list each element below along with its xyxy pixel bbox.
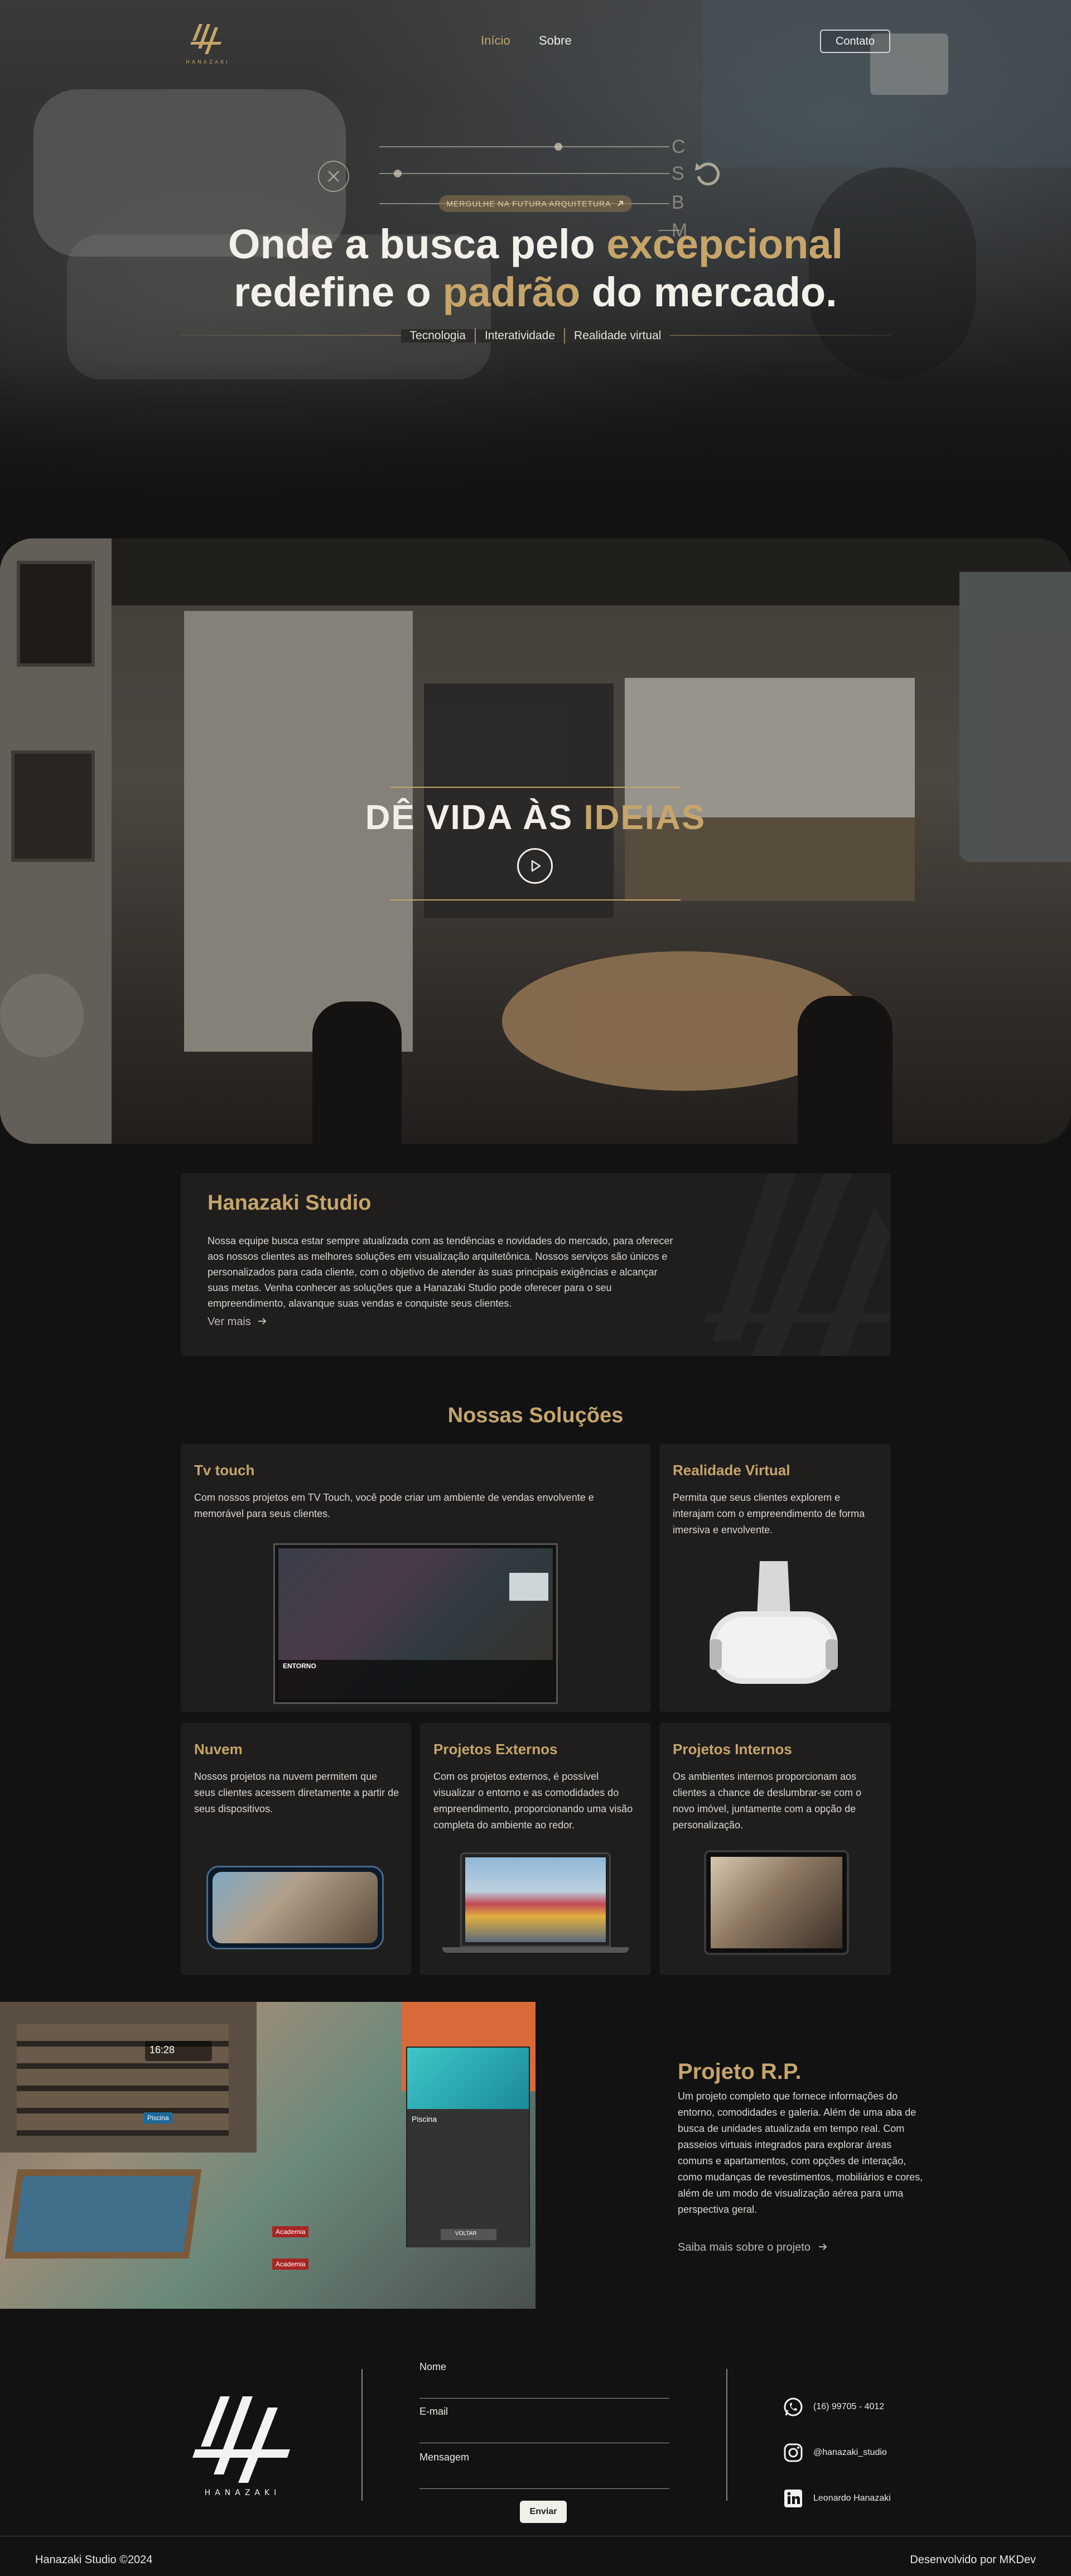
instagram-contact[interactable]: @hanazaki_studio — [782, 2442, 887, 2464]
card-text: Com nossos projetos em TV Touch, você po… — [194, 1492, 594, 1519]
image-tag-pool: Piscina — [144, 2112, 172, 2124]
linkedin-contact[interactable]: Leonardo Hanazaki — [782, 2487, 891, 2510]
arrow-right-icon — [819, 2243, 827, 2250]
laptop-image — [460, 1852, 611, 1947]
studio-card: Hanazaki Studio Nossa equipe busca estar… — [181, 1173, 891, 1356]
linkedin-icon — [782, 2487, 804, 2510]
email-label: E-mail — [419, 2406, 448, 2417]
card-text: Com os projetos externos, é possível vis… — [433, 1771, 633, 1831]
whatsapp-icon — [782, 2396, 804, 2418]
see-more-link[interactable]: Ver mais — [208, 1316, 267, 1328]
video-section — [0, 538, 1071, 1144]
name-label: Nome — [419, 2361, 447, 2372]
solution-card-external[interactable]: Projetos Externos Com os projetos extern… — [420, 1723, 650, 1975]
arrow-up-right-icon — [617, 201, 623, 206]
image-tag-gym: Academia — [272, 2259, 309, 2270]
copyright: Hanazaki Studio ©2024 — [35, 2554, 153, 2566]
footer-logo: HANAZAKI — [187, 2391, 298, 2502]
card-title: Projetos Externos — [433, 1741, 558, 1758]
vr-headset-image — [710, 1561, 838, 1684]
close-circle-icon — [318, 161, 349, 192]
logo-mark-icon — [190, 24, 221, 54]
project-text: Um projeto completo que fornece informaç… — [678, 2091, 923, 2215]
instagram-text: @hanazaki_studio — [813, 2448, 887, 2457]
video-title-part: DÊ VIDA ÀS — [365, 798, 584, 837]
phone-text: (16) 99705 - 4012 — [813, 2402, 885, 2411]
tag-realidade-virtual: Realidade virtual — [565, 329, 670, 343]
hero-headline: Onde a busca pelo excepcional redefine o… — [0, 220, 1071, 316]
contact-button[interactable]: Contato — [820, 30, 890, 53]
message-label: Mensagem — [419, 2452, 470, 2463]
video-title-line-top — [390, 787, 681, 788]
rotate-icon — [695, 162, 720, 186]
image-tag-gym: Academia — [272, 2226, 309, 2237]
headline-highlight: padrão — [442, 269, 581, 315]
solution-card-internal[interactable]: Projetos Internos Os ambientes internos … — [659, 1723, 891, 1975]
linkedin-text: Leonardo Hanazaki — [813, 2493, 891, 2503]
footer-divider — [726, 2369, 727, 2501]
name-field[interactable] — [419, 2398, 669, 2399]
message-field[interactable] — [419, 2488, 669, 2489]
tag-interatividade: Interatividade — [475, 329, 565, 343]
card-text: Nossos projetos na nuvem permitem que se… — [194, 1771, 399, 1814]
slider-letter-b: B — [672, 192, 684, 213]
tablet-image — [704, 1850, 849, 1955]
badge-label: MERGULHE NA FUTURA ARQUITETURA — [446, 199, 611, 208]
solution-card-cloud[interactable]: Nuvem Nossos projetos na nuvem permitem … — [181, 1723, 411, 1975]
card-title: Realidade Virtual — [673, 1462, 790, 1479]
image-time: 16:28 — [149, 2044, 175, 2055]
card-text: Permita que seus clientes explorem e int… — [673, 1492, 865, 1535]
footer-logo-text: HANAZAKI — [204, 2488, 281, 2497]
hero-tags: Tecnologia Interatividade Realidade virt… — [0, 328, 1071, 344]
headline-highlight: excepcional — [606, 221, 843, 267]
logo-watermark-icon — [704, 1173, 891, 1356]
project-image: 16:28 Piscina VOLTAR Piscina Academia Ac… — [0, 2002, 536, 2309]
nav-about-link[interactable]: Sobre — [539, 33, 572, 48]
slider-letter-s: S — [672, 163, 684, 184]
card-title: Tv touch — [194, 1462, 255, 1479]
image-popup: Piscina VOLTAR — [406, 2047, 530, 2247]
card-title: Projetos Internos — [673, 1741, 792, 1758]
card-title: Nuvem — [194, 1741, 243, 1758]
card-text: Os ambientes internos proporcionam aos c… — [673, 1771, 862, 1831]
see-more-label: Ver mais — [208, 1316, 251, 1328]
project-more-label: Saiba mais sobre o projeto — [678, 2241, 811, 2254]
solutions-title: Nossas Soluções — [447, 1404, 624, 1427]
headline-part: Onde a busca pelo — [228, 221, 607, 267]
send-button[interactable]: Enviar — [520, 2501, 567, 2523]
nav-home-link[interactable]: Início — [481, 33, 510, 48]
slider-letter-c: C — [672, 136, 686, 157]
top-nav: HANAZAKI Início Sobre Contato — [0, 0, 1071, 84]
instagram-icon — [782, 2442, 804, 2464]
arrow-right-icon — [258, 1318, 267, 1325]
logo-text: HANAZAKI — [186, 60, 230, 65]
play-button[interactable] — [517, 848, 553, 884]
screen-label: ENTORNO — [283, 1662, 316, 1670]
project-more-link[interactable]: Saiba mais sobre o projeto — [678, 2241, 828, 2254]
tv-screen-image: ENTORNO — [273, 1543, 558, 1704]
headline-part: do mercado. — [580, 269, 837, 315]
logo[interactable]: HANAZAKI — [181, 20, 234, 67]
play-icon — [531, 860, 541, 872]
popup-title: Piscina — [412, 2115, 437, 2124]
logo-mark-icon — [192, 2396, 290, 2483]
video-title: DÊ VIDA ÀS IDEIAS — [0, 798, 1071, 837]
phone-image — [206, 1866, 384, 1949]
dive-architecture-badge[interactable]: MERGULHE NA FUTURA ARQUITETURA — [439, 195, 632, 212]
developer-credit[interactable]: Desenvolvido por MKDev — [910, 2554, 1036, 2567]
studio-text: Nossa equipe busca estar sempre atualiza… — [208, 1235, 673, 1309]
headline-part: redefine o — [234, 269, 443, 315]
video-title-line-bottom — [390, 899, 681, 901]
popup-back-button[interactable]: VOLTAR — [455, 2231, 477, 2237]
video-title-highlight: IDEIAS — [583, 798, 706, 837]
footer: HANAZAKI Nome E-mail Mensagem Enviar (16… — [0, 2332, 1071, 2576]
studio-title: Hanazaki Studio — [208, 1191, 372, 1215]
solution-card-vr[interactable]: Realidade Virtual Permita que seus clien… — [659, 1444, 891, 1712]
solution-card-tv-touch[interactable]: Tv touch Com nossos projetos em TV Touch… — [181, 1444, 650, 1712]
footer-divider — [361, 2369, 363, 2501]
phone-contact[interactable]: (16) 99705 - 4012 — [782, 2396, 884, 2418]
project-title: Projeto R.P. — [678, 2059, 802, 2084]
tag-tecnologia: Tecnologia — [401, 329, 475, 343]
